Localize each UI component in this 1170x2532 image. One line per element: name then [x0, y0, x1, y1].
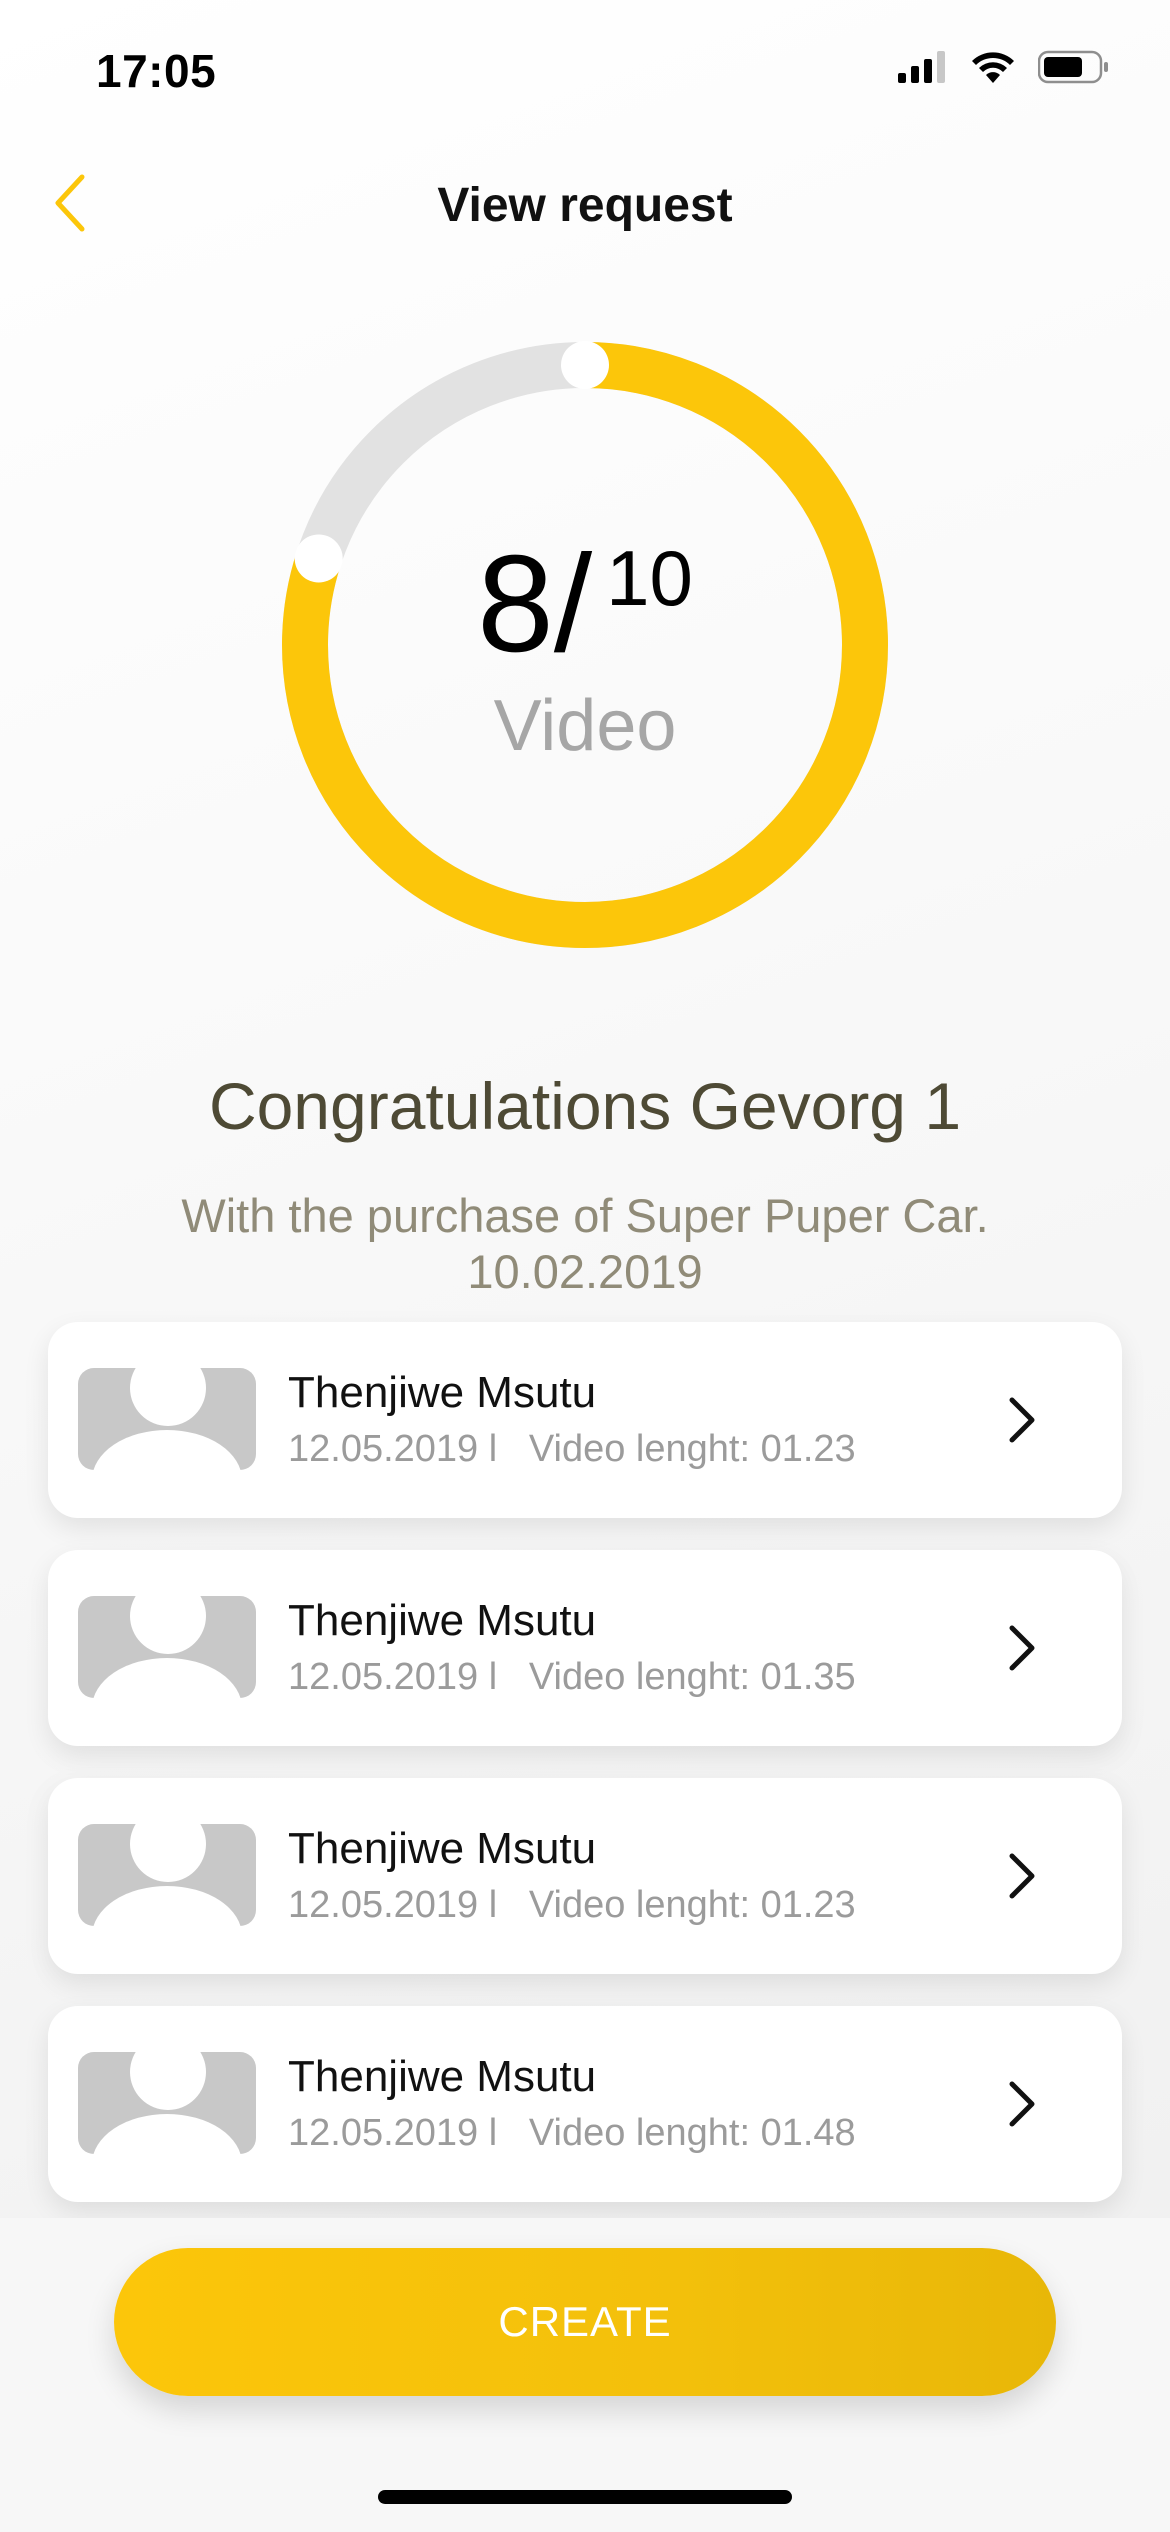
video-author-name: Thenjiwe Msutu — [288, 1824, 597, 1873]
avatar-placeholder — [78, 1368, 256, 1470]
page-title: View request — [437, 179, 733, 232]
wifi-icon — [970, 50, 1016, 89]
progress-total: 10 — [606, 534, 693, 622]
progress-current: 8/ — [477, 527, 593, 681]
video-author-name: Thenjiwe Msutu — [288, 1368, 597, 1417]
status-time: 17:05 — [96, 45, 217, 97]
avatar-placeholder — [78, 1596, 256, 1698]
nav-bar: View request — [0, 160, 1170, 250]
video-list: Thenjiwe Msutu 12.05.2019 l Video lenght… — [48, 1322, 1122, 2234]
video-meta: 12.05.2019 l Video lenght: 01.23 — [288, 1884, 856, 1926]
video-author-name: Thenjiwe Msutu — [288, 1596, 597, 1645]
congrats-subtitle-line1: With the purchase of Super Puper Car. — [181, 1189, 989, 1242]
battery-icon — [1037, 50, 1110, 89]
home-indicator — [378, 2490, 792, 2504]
progress-unit: Video — [493, 686, 677, 766]
video-list-item[interactable]: Thenjiwe Msutu 12.05.2019 l Video lenght… — [48, 2006, 1122, 2202]
cellular-signal-icon — [898, 51, 948, 88]
video-list-item[interactable]: Thenjiwe Msutu 12.05.2019 l Video lenght… — [48, 1322, 1122, 1518]
video-list-item[interactable]: Thenjiwe Msutu 12.05.2019 l Video lenght… — [48, 1778, 1122, 1974]
congrats-date: 10.02.2019 — [467, 1245, 703, 1298]
video-list-item[interactable]: Thenjiwe Msutu 12.05.2019 l Video lenght… — [48, 1550, 1122, 1746]
video-meta: 12.05.2019 l Video lenght: 01.48 — [288, 2112, 856, 2154]
chevron-right-icon — [1009, 1625, 1035, 1671]
chevron-right-icon — [1009, 1397, 1035, 1443]
video-meta: 12.05.2019 l Video lenght: 01.35 — [288, 1656, 856, 1698]
progress-start-dot — [561, 341, 609, 389]
status-icons — [898, 50, 1110, 89]
chevron-right-icon — [1009, 2081, 1035, 2127]
congrats-subtitle: With the purchase of Super Puper Car. 10… — [0, 1188, 1170, 1300]
create-button[interactable]: CREATE — [114, 2248, 1056, 2396]
avatar-placeholder — [78, 2052, 256, 2154]
avatar-placeholder — [78, 1824, 256, 1926]
video-meta: 12.05.2019 l Video lenght: 01.23 — [288, 1428, 856, 1470]
progress-label: 8/10 Video — [275, 535, 895, 767]
video-author-name: Thenjiwe Msutu — [288, 2052, 597, 2101]
progress-count: 8/10 — [275, 535, 895, 673]
status-bar: 17:05 — [0, 0, 1170, 140]
chevron-right-icon — [1009, 1853, 1035, 1899]
congrats-title: Congratulations Gevorg 1 — [208, 1069, 962, 1143]
